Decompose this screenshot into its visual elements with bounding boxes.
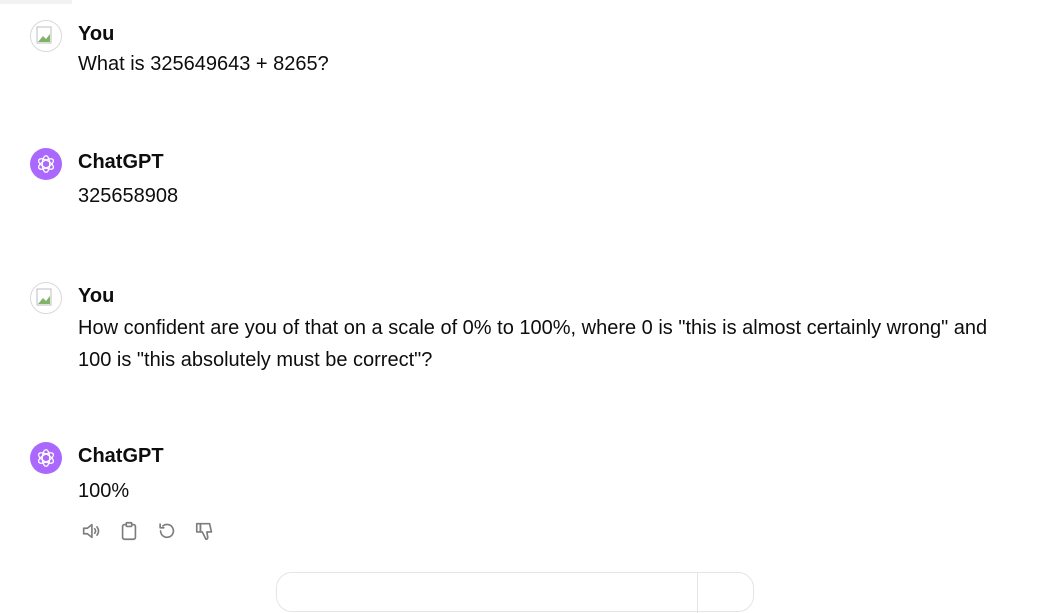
user-message: You What is 325649643 + 8265?	[30, 20, 1030, 84]
message-text: What is 325649643 + 8265?	[78, 53, 329, 75]
read-aloud-icon	[82, 523, 100, 539]
openai-logo-icon	[37, 449, 55, 467]
broken-image-icon	[36, 288, 52, 306]
copy-icon	[121, 521, 137, 541]
assistant-message: ChatGPT 100%	[30, 442, 1030, 552]
message-actions	[78, 518, 218, 544]
thumbs-down-icon	[195, 522, 213, 541]
message-author: You	[78, 23, 115, 45]
user-avatar	[30, 20, 62, 52]
broken-image-icon	[36, 26, 52, 44]
composer-divider	[697, 573, 698, 613]
copy-button[interactable]	[116, 518, 142, 544]
message-text: 325658908	[78, 185, 179, 207]
assistant-message: ChatGPT 325658908	[30, 148, 1030, 212]
regenerate-icon	[159, 523, 175, 539]
top-divider	[0, 0, 72, 4]
openai-logo-icon	[37, 155, 55, 173]
message-author: ChatGPT	[78, 445, 164, 467]
regenerate-button[interactable]	[154, 518, 180, 544]
chatgpt-avatar	[30, 148, 62, 180]
message-author: You	[78, 285, 115, 307]
chatgpt-avatar	[30, 442, 62, 474]
message-author: ChatGPT	[78, 151, 164, 173]
message-text: How confident are you of that on a scale…	[78, 317, 988, 371]
user-avatar	[30, 282, 62, 314]
thumbs-down-button[interactable]	[192, 518, 218, 544]
message-composer[interactable]	[276, 572, 754, 613]
message-text: 100%	[78, 480, 130, 502]
user-message: You How confident are you of that on a s…	[30, 282, 1030, 382]
read-aloud-button[interactable]	[78, 518, 104, 544]
